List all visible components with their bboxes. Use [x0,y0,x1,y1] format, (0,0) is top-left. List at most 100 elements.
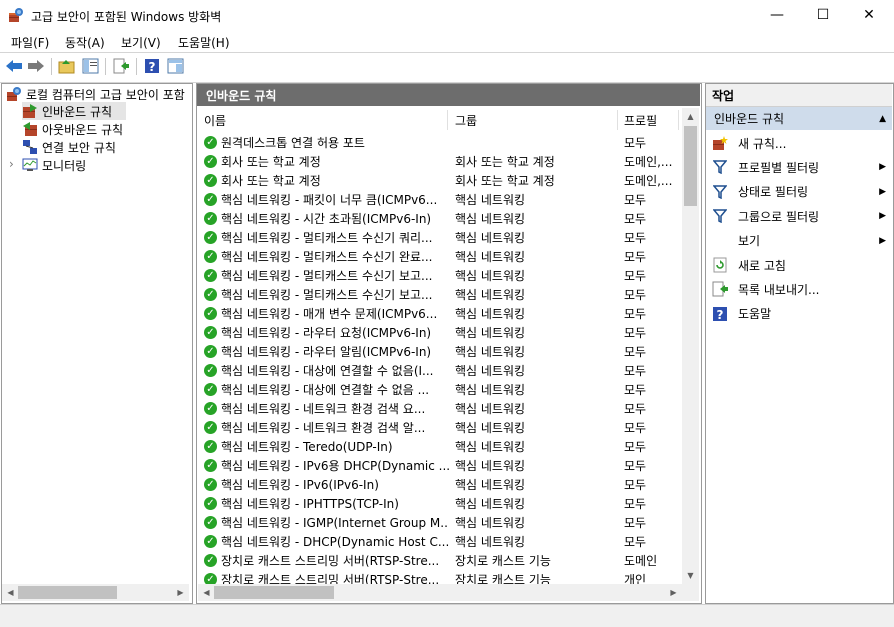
minimize-button[interactable]: — [754,0,800,30]
maximize-icon: ☐ [816,7,830,23]
rule-group: 장치로 캐스트 기능 [455,554,551,568]
scrollbar-thumb[interactable] [214,586,334,599]
menu-view[interactable]: 보기(V) [121,34,161,51]
scroll-left-icon[interactable]: ◀ [2,584,19,601]
rule-name: 핵심 네트워킹 - 멀티캐스트 수신기 완료... [221,250,433,264]
enabled-check-icon: ✓ [204,459,217,472]
tree-item-inbound-rules[interactable]: 인바운드 규칙 [22,102,126,120]
enabled-check-icon: ✓ [204,402,217,415]
table-row[interactable]: ✓ 핵심 네트워킹 - IPv6용 DHCP(Dynamic ... 핵심 네트워킹… [198,456,678,475]
properties-pane-icon[interactable] [167,57,185,75]
table-row[interactable]: ✓ 핵심 네트워킹 - 매개 변수 문제(ICMPv6... 핵심 네트워킹 모두 [198,304,678,323]
table-row[interactable]: ✓ 핵심 네트워킹 - 라우터 요청(ICMPv6-In) 핵심 네트워킹 모두 [198,323,678,342]
back-icon[interactable] [5,57,23,75]
table-row[interactable]: ✓ 핵심 네트워킹 - 멀티캐스트 수신기 완료... 핵심 네트워킹 모두 [198,247,678,266]
enabled-check-icon: ✓ [204,231,217,244]
table-row[interactable]: ✓ 핵심 네트워킹 - DHCP(Dynamic Host C... 핵심 네트워킹… [198,532,678,551]
table-row[interactable]: ✓ 회사 또는 학교 계정 회사 또는 학교 계정 도메인,... [198,171,678,190]
table-row[interactable]: ✓ 회사 또는 학교 계정 회사 또는 학교 계정 도메인,... [198,152,678,171]
enabled-check-icon: ✓ [204,288,217,301]
scroll-up-icon[interactable]: ▲ [682,108,699,125]
rule-profile: 모두 [624,269,647,283]
table-row[interactable]: ✓ 원격데스크톱 연결 허용 포트 모두 [198,133,678,152]
table-row[interactable]: ✓ 핵심 네트워킹 - 멀티캐스트 수신기 보고... 핵심 네트워킹 모두 [198,266,678,285]
actions-section-header[interactable]: 인바운드 규칙 ▲ [706,107,892,130]
new-rule-icon [712,135,728,151]
help-icon[interactable]: ? [143,57,161,75]
rule-group: 핵심 네트워킹 [455,345,526,359]
table-row[interactable]: ✓ 핵심 네트워킹 - 멀티캐스트 수신기 보고... 핵심 네트워킹 모두 [198,285,678,304]
rule-name: 회사 또는 학교 계정 [221,174,321,188]
show-hide-tree-icon[interactable] [82,57,100,75]
enabled-check-icon: ✓ [204,421,217,434]
table-row[interactable]: ✓ 핵심 네트워킹 - 대상에 연결할 수 없음(I... 핵심 네트워킹 모두 [198,361,678,380]
column-header-profile[interactable]: 프로필 [624,108,657,132]
expand-chevron-icon[interactable]: › [9,157,14,171]
table-row[interactable]: ✓ 핵심 네트워킹 - IPv6(IPv6-In) 핵심 네트워킹 모두 [198,475,678,494]
rule-name: 회사 또는 학교 계정 [221,155,321,169]
rule-group: 핵심 네트워킹 [455,440,526,454]
window-title: 고급 보안이 포함된 Windows 방화벽 [31,10,222,24]
table-row[interactable]: ✓ 핵심 네트워킹 - 멀티캐스트 수신기 쿼리... 핵심 네트워킹 모두 [198,228,678,247]
menu-action[interactable]: 동작(A) [65,34,105,51]
outbound-rules-icon [22,121,38,137]
rule-name: 핵심 네트워킹 - 라우터 요청(ICMPv6-In) [221,326,432,340]
action-filter-by-profile[interactable]: 프로필별 필터링 ▶ [712,155,890,179]
rule-profile: 도메인,... [624,155,673,169]
tree-item-connection-security-rules[interactable]: 연결 보안 규칙 [22,138,116,156]
close-icon: ✕ [863,7,875,23]
table-row[interactable]: ✓ 핵심 네트워킹 - 패킷이 너무 큼(ICMPv6... 핵심 네트워킹 모두 [198,190,678,209]
scroll-right-icon[interactable]: ▶ [172,584,189,601]
tree-item-monitoring[interactable]: 모니터링 [22,156,86,174]
close-button[interactable]: ✕ [846,0,892,30]
forward-icon[interactable] [27,57,45,75]
scroll-left-icon[interactable]: ◀ [198,584,215,601]
action-new-rule[interactable]: 새 규칙... [712,131,890,155]
table-row[interactable]: ✓ 핵심 네트워킹 - 라우터 알림(ICMPv6-In) 핵심 네트워킹 모두 [198,342,678,361]
action-help[interactable]: ? 도움말 [712,302,890,326]
up-folder-icon[interactable] [58,57,76,75]
scroll-right-icon[interactable]: ▶ [665,584,682,601]
toolbar-separator [136,58,137,75]
action-view[interactable]: 보기 ▶ [712,229,890,253]
column-header-group[interactable]: 그룹 [455,108,477,132]
action-filter-by-state[interactable]: 상태로 필터링 ▶ [712,180,890,204]
enabled-check-icon: ✓ [204,364,217,377]
menu-help[interactable]: 도움말(H) [178,34,230,51]
table-row[interactable]: ✓ 핵심 네트워킹 - IGMP(Internet Group M... 핵심 네트… [198,513,678,532]
tree-root[interactable]: 로컬 컴퓨터의 고급 보안이 포함 [6,85,185,103]
scroll-down-icon[interactable]: ▼ [682,567,699,584]
column-separator [617,110,618,130]
table-row[interactable]: ✓ 장치로 캐스트 스트리밍 서버(RTSP-Stre... 장치로 캐스트 기능 도… [198,551,678,570]
table-row[interactable]: ✓ 핵심 네트워킹 - 대상에 연결할 수 없음 ... 핵심 네트워킹 모두 [198,380,678,399]
collapse-up-icon[interactable]: ▲ [879,114,886,124]
app-firewall-icon [8,7,24,23]
table-row[interactable]: ✓ 핵심 네트워킹 - 네트워크 환경 검색 알... 핵심 네트워킹 모두 [198,418,678,437]
submenu-arrow-icon: ▶ [879,235,886,246]
rule-name: 핵심 네트워킹 - IPv6용 DHCP(Dynamic ... [221,459,449,473]
scrollbar-thumb[interactable] [684,126,697,206]
action-refresh[interactable]: 새로 고침 [712,253,890,277]
tree-item-label: 연결 보안 규칙 [42,140,116,155]
action-filter-by-group[interactable]: 그룹으로 필터링 ▶ [712,204,890,228]
tree-item-outbound-rules[interactable]: 아웃바운드 규칙 [22,120,123,138]
table-row[interactable]: ✓ 핵심 네트워킹 - IPHTTPS(TCP-In) 핵심 네트워킹 모두 [198,494,678,513]
scrollbar-thumb[interactable] [18,586,117,599]
rules-pane-title: 인바운드 규칙 [206,88,277,103]
action-export-list[interactable]: 목록 내보내기... [712,277,890,301]
column-separator [447,110,448,130]
menu-file[interactable]: 파일(F) [11,34,49,51]
rule-name: 핵심 네트워킹 - 네트워크 환경 검색 알... [221,421,426,435]
export-icon[interactable] [112,57,130,75]
column-header-name[interactable]: 이름 [204,108,226,132]
table-row[interactable]: ✓ 핵심 네트워킹 - 시간 초과됨(ICMPv6-In) 핵심 네트워킹 모두 [198,209,678,228]
rule-name: 핵심 네트워킹 - IPHTTPS(TCP-In) [221,497,399,511]
table-row[interactable]: ✓ 핵심 네트워킹 - Teredo(UDP-In) 핵심 네트워킹 모두 [198,437,678,456]
rule-group: 핵심 네트워킹 [455,421,526,435]
tree-item-label: 모니터링 [42,158,87,173]
maximize-button[interactable]: ☐ [800,0,846,30]
rule-profile: 도메인,... [624,174,673,188]
actions-title: 작업 [712,88,735,103]
rule-group: 핵심 네트워킹 [455,250,526,264]
table-row[interactable]: ✓ 핵심 네트워킹 - 네트워크 환경 검색 요... 핵심 네트워킹 모두 [198,399,678,418]
